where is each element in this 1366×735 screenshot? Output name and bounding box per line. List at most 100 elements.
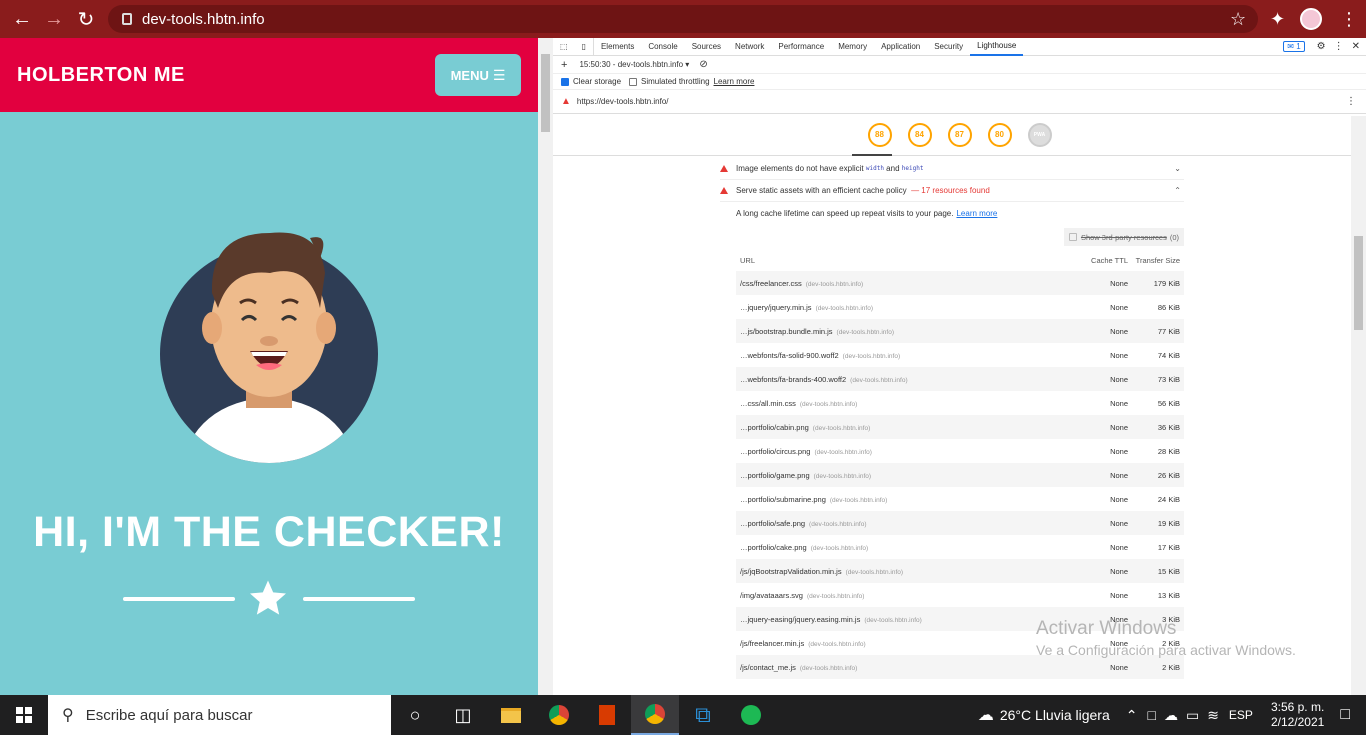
arrow-right-icon[interactable]: → (38, 3, 70, 35)
resource-url[interactable]: …css/all.min.css (dev-tools.hbtn.info) (736, 399, 1068, 408)
brand-logo[interactable]: HOLBERTON ME (17, 64, 185, 87)
block-icon[interactable]: ⊘ (699, 59, 707, 70)
star-bookmark-icon[interactable]: ☆ (1230, 0, 1246, 38)
learn-more-link[interactable]: Learn more (956, 209, 997, 218)
address-bar[interactable]: dev-tools.hbtn.info (108, 5, 1258, 33)
plus-icon[interactable]: + (561, 59, 567, 71)
third-party-checkbox[interactable] (1068, 233, 1077, 241)
resource-url[interactable]: /js/jqBootstrapValidation.min.js (dev-too… (736, 567, 1068, 576)
device-toggle-icon[interactable]: ▯ (575, 37, 594, 56)
audit-cache-policy[interactable]: Serve static assets with an efficient ca… (720, 180, 1184, 202)
table-row[interactable]: …portfolio/cabin.png (dev-tools.hbtn.info… (736, 415, 1184, 439)
gear-icon[interactable]: ⚙ (1317, 41, 1326, 52)
more-vert-icon[interactable]: ⋮ (1334, 41, 1344, 52)
wifi-icon[interactable]: ≋ (1207, 707, 1219, 724)
tab-application[interactable]: Application (874, 38, 927, 56)
resource-url[interactable]: …js/bootstrap.bundle.min.js (dev-tools.hb… (736, 327, 1068, 336)
battery-icon[interactable]: ▭ (1186, 707, 1199, 724)
table-row[interactable]: …js/bootstrap.bundle.min.js (dev-tools.hb… (736, 319, 1184, 343)
divider-left (123, 597, 235, 601)
cache-table: URL Cache TTL Transfer Size /css/freelan… (736, 249, 1184, 679)
table-row[interactable]: /js/contact_me.js (dev-tools.hbtn.info) No… (736, 655, 1184, 679)
resource-url[interactable]: …webfonts/fa-brands-400.woff2 (dev-tools.… (736, 375, 1068, 384)
learn-more-link[interactable]: Learn more (714, 77, 755, 86)
weather-text[interactable]: 26°C Lluvia ligera (1000, 707, 1110, 723)
tab-elements[interactable]: Elements (594, 38, 641, 56)
score-pwa[interactable]: PWA (1027, 122, 1052, 147)
resource-url[interactable]: …portfolio/safe.png (dev-tools.hbtn.info) (736, 519, 1068, 528)
table-row[interactable]: …css/all.min.css (dev-tools.hbtn.info) Non… (736, 391, 1184, 415)
taskbar-search[interactable]: ⚲ Escribe aquí para buscar (48, 695, 391, 735)
tab-memory[interactable]: Memory (831, 38, 874, 56)
chevron-up-icon[interactable]: ⌃ (1126, 707, 1138, 724)
language-indicator[interactable]: ESP (1229, 708, 1253, 722)
audit-image-dimensions[interactable]: Image elements do not have explicit widt… (720, 158, 1184, 180)
page-scrollbar[interactable] (538, 38, 553, 695)
clear-storage-checkbox[interactable] (561, 77, 569, 86)
cache-ttl: None (1110, 350, 1128, 360)
resource-url[interactable]: …portfolio/game.png (dev-tools.hbtn.info) (736, 471, 1068, 480)
inspect-icon[interactable]: ⬚ (553, 38, 575, 56)
resource-url[interactable]: …webfonts/fa-solid-900.woff2 (dev-tools.h… (736, 351, 1068, 360)
report-select[interactable]: 15:50:30 - dev-tools.hbtn.info ▾ (579, 60, 689, 69)
table-row[interactable]: /js/jqBootstrapValidation.min.js (dev-too… (736, 559, 1184, 583)
windows-start-icon[interactable] (0, 695, 48, 735)
menu-button[interactable]: MENU ☰ (435, 54, 521, 96)
table-row[interactable]: …portfolio/safe.png (dev-tools.hbtn.info)… (736, 511, 1184, 535)
score-accessibility[interactable]: 84 (907, 122, 932, 147)
resource-url[interactable]: …portfolio/circus.png (dev-tools.hbtn.inf… (736, 447, 1068, 456)
table-row[interactable]: …portfolio/submarine.png (dev-tools.hbtn.… (736, 487, 1184, 511)
tab-security[interactable]: Security (927, 38, 970, 56)
score-seo[interactable]: 80 (987, 122, 1012, 147)
chrome-icon[interactable] (535, 695, 583, 735)
table-row[interactable]: …jquery/jquery.min.js (dev-tools.hbtn.inf… (736, 295, 1184, 319)
clock[interactable]: 3:56 p. m. 2/12/2021 (1271, 700, 1324, 730)
office-icon[interactable] (583, 695, 631, 735)
table-row[interactable]: …webfonts/fa-brands-400.woff2 (dev-tools.… (736, 367, 1184, 391)
resource-url[interactable]: …portfolio/cake.png (dev-tools.hbtn.info) (736, 543, 1068, 552)
task-view-icon[interactable]: ◫ (439, 695, 487, 735)
resource-url[interactable]: …portfolio/submarine.png (dev-tools.hbtn.… (736, 495, 1068, 504)
table-row[interactable]: /img/avataaars.svg (dev-tools.hbtn.info) N… (736, 583, 1184, 607)
onedrive-icon[interactable]: ☁ (1164, 707, 1178, 724)
activation-watermark: Activar Windows Ve a Configuración para … (1036, 618, 1296, 658)
issues-badge[interactable]: ✉ 1 (1283, 41, 1305, 52)
tab-performance[interactable]: Performance (771, 38, 831, 56)
tab-sources[interactable]: Sources (685, 38, 728, 56)
resource-url[interactable]: /js/contact_me.js (dev-tools.hbtn.info) (736, 663, 1068, 672)
score-best-practices[interactable]: 87 (947, 122, 972, 147)
tab-console[interactable]: Console (641, 38, 684, 56)
cortana-icon[interactable]: ○ (391, 695, 439, 735)
resource-url[interactable]: …jquery-easing/jquery.easing.min.js (dev-… (736, 615, 1068, 624)
meet-icon[interactable]: □ (1147, 707, 1155, 723)
notifications-icon[interactable]: □ (1340, 706, 1350, 724)
vscode-icon[interactable]: ⧉ (679, 695, 727, 735)
profile-avatar[interactable] (1300, 0, 1322, 38)
chrome-profile-icon[interactable] (631, 695, 679, 735)
score-performance[interactable]: 88 (867, 122, 892, 147)
tab-lighthouse[interactable]: Lighthouse (970, 38, 1024, 56)
table-row[interactable]: …portfolio/circus.png (dev-tools.hbtn.inf… (736, 439, 1184, 463)
table-row[interactable]: …portfolio/cake.png (dev-tools.hbtn.info)… (736, 535, 1184, 559)
tab-network[interactable]: Network (728, 38, 771, 56)
resource-url[interactable]: /img/avataaars.svg (dev-tools.hbtn.info) (736, 591, 1068, 600)
more-vert-icon[interactable]: ⋮ (1346, 96, 1356, 107)
resource-url[interactable]: …portfolio/cabin.png (dev-tools.hbtn.info… (736, 423, 1068, 432)
devtools-scrollbar[interactable] (1351, 116, 1366, 695)
reload-icon[interactable]: ↻ (70, 3, 102, 35)
close-icon[interactable]: ✕ (1352, 41, 1360, 52)
file-explorer-icon[interactable] (487, 695, 535, 735)
throttling-checkbox[interactable] (629, 77, 638, 86)
table-row[interactable]: …portfolio/game.png (dev-tools.hbtn.info)… (736, 463, 1184, 487)
more-vert-icon[interactable]: ⋮ (1340, 0, 1358, 38)
table-row[interactable]: /css/freelancer.css (dev-tools.hbtn.info)… (736, 271, 1184, 295)
weather-cloud-icon[interactable]: ☁ (978, 705, 994, 725)
resource-url[interactable]: /css/freelancer.css (dev-tools.hbtn.info) (736, 279, 1068, 288)
extensions-icon[interactable]: ✦ (1270, 0, 1285, 38)
resource-url[interactable]: /js/freelancer.min.js (dev-tools.hbtn.inf… (736, 639, 1068, 648)
spotify-icon[interactable] (727, 695, 775, 735)
resource-url[interactable]: …jquery/jquery.min.js (dev-tools.hbtn.inf… (736, 303, 1068, 312)
lock-icon (122, 13, 132, 25)
table-row[interactable]: …webfonts/fa-solid-900.woff2 (dev-tools.h… (736, 343, 1184, 367)
arrow-left-icon[interactable]: ← (6, 3, 38, 35)
